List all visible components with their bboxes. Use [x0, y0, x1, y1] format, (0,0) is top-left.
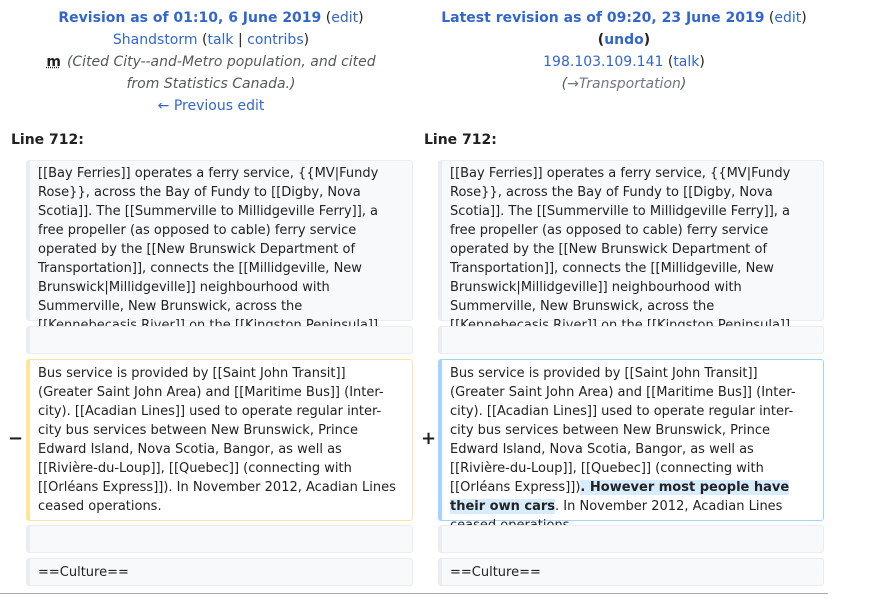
old-contribs-link[interactable]: contribs	[247, 32, 303, 48]
section-name: Transportation	[578, 76, 681, 92]
new-empty-line-2	[438, 525, 824, 553]
new-context-para: [[Bay Ferries]] operates a ferry service…	[438, 160, 824, 333]
old-revision-title[interactable]: Revision as of 01:10, 6 June 2019	[58, 10, 321, 26]
new-talk-link[interactable]: talk	[673, 54, 699, 70]
minor-edit-badge: m	[46, 54, 61, 70]
old-edit-link[interactable]: edit	[331, 10, 358, 26]
new-culture-line: ==Culture==	[438, 558, 824, 586]
removed-marker: −	[8, 428, 24, 449]
old-line-number: Line 712:	[11, 132, 84, 148]
old-empty-line-2	[26, 525, 413, 553]
old-revision-header: Revision as of 01:10, 6 June 2019 (edit)…	[46, 10, 376, 114]
old-culture-line: ==Culture==	[26, 558, 413, 586]
new-edit-link[interactable]: edit	[774, 10, 801, 26]
previous-edit-link[interactable]: ← Previous edit	[158, 98, 265, 114]
new-empty-line	[438, 326, 824, 354]
old-empty-line	[26, 326, 413, 354]
new-revision-header: Latest revision as of 09:20, 23 June 201…	[441, 10, 807, 92]
old-context-para: [[Bay Ferries]] operates a ferry service…	[26, 160, 413, 333]
added-marker: +	[421, 428, 437, 449]
new-revision-title[interactable]: Latest revision as of 09:20, 23 June 201…	[441, 10, 764, 26]
old-talk-link[interactable]: talk	[207, 32, 233, 48]
section-arrow-link[interactable]: →	[567, 76, 579, 92]
bottom-divider	[0, 593, 828, 594]
old-user-link[interactable]: Shandstorm	[113, 32, 198, 48]
removed-line: Bus service is provided by [[Saint John …	[26, 359, 413, 521]
new-line-number: Line 712:	[424, 132, 497, 148]
old-edit-summary: (Cited City--and-Metro population, and c…	[66, 54, 376, 92]
new-user-link[interactable]: 198.103.109.141	[543, 54, 663, 70]
undo-link[interactable]: undo	[604, 32, 644, 48]
added-line: Bus service is provided by [[Saint John …	[438, 359, 824, 533]
added-text-unchanged: Bus service is provided by [[Saint John …	[450, 366, 796, 495]
